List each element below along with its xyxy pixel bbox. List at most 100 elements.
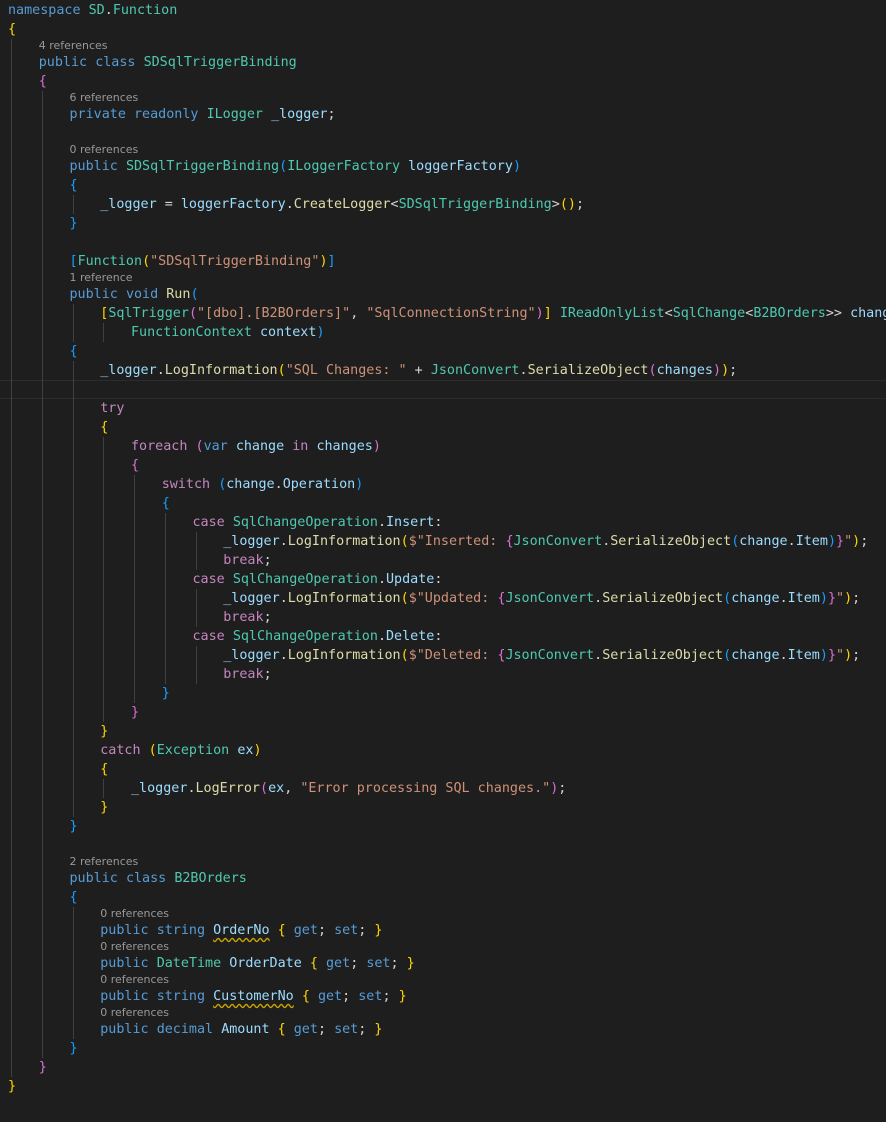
code-token: )	[819, 591, 828, 606]
code-editor[interactable]: namespace SD.Function{4 references public…	[0, 0, 886, 1122]
code-line: catch (Exception ex)	[0, 741, 886, 760]
codelens-references[interactable]: 0 references	[0, 940, 886, 954]
code-token: SqlChangeOperation	[232, 629, 378, 644]
code-token: Amount	[221, 1022, 270, 1037]
code-token: .	[594, 648, 603, 663]
code-token: ;	[575, 197, 584, 212]
code-token: (	[142, 254, 151, 269]
code-token: _logger	[131, 781, 188, 796]
code-line: public DateTime OrderDate { get; set; }	[0, 954, 886, 973]
code-token: change	[235, 439, 285, 454]
code-token: FunctionContext	[131, 325, 252, 340]
code-token: }	[69, 216, 78, 231]
code-line: }	[0, 214, 886, 233]
code-line: case SqlChangeOperation.Delete:	[0, 627, 886, 646]
code-token: var	[203, 439, 228, 454]
indent-guide	[195, 532, 197, 570]
code-line: {	[0, 494, 886, 513]
code-line: break;	[0, 665, 886, 684]
code-line: _logger.LogInformation("SQL Changes: " +…	[0, 361, 886, 380]
code-token: DateTime	[156, 956, 222, 971]
code-token: +	[406, 363, 431, 378]
code-token: .	[104, 3, 113, 18]
code-line: break;	[0, 551, 886, 570]
code-token: >	[551, 197, 560, 212]
code-token: (	[260, 781, 269, 796]
code-token: {	[69, 344, 78, 359]
codelens-references[interactable]: 0 references	[0, 973, 886, 987]
code-token: context	[260, 325, 317, 340]
code-token: :	[434, 629, 443, 644]
code-token: Item	[787, 648, 820, 663]
code-line: public string OrderNo { get; set; }	[0, 921, 886, 940]
code-token: (	[400, 591, 409, 606]
code-token: {	[301, 989, 310, 1004]
code-token: Insert	[386, 515, 435, 530]
code-token: SqlChange	[672, 306, 746, 321]
code-token: )	[319, 254, 328, 269]
code-token: "[dbo].[B2BOrders]"	[197, 306, 351, 321]
code-token: (	[195, 439, 204, 454]
code-token: )	[253, 743, 262, 758]
code-token: SD	[88, 3, 105, 18]
codelens-references[interactable]: 1 reference	[0, 271, 886, 285]
code-token: Exception	[156, 743, 230, 758]
code-token: .	[594, 591, 603, 606]
code-token: decimal	[156, 1022, 214, 1037]
code-token: .	[187, 781, 196, 796]
code-token: LogInformation	[287, 591, 401, 606]
code-token: _logger	[100, 197, 157, 212]
code-token: SDSqlTriggerBinding	[398, 197, 552, 212]
code-token: )	[535, 306, 544, 321]
indent-guide	[134, 475, 135, 703]
code-token: Operation	[282, 477, 356, 492]
code-token: )	[355, 477, 364, 492]
code-token: break	[223, 610, 264, 625]
code-token: changes	[316, 439, 373, 454]
warning-squiggle-token: OrderNo	[213, 923, 270, 938]
code-token: .	[279, 648, 288, 663]
code-token: }	[69, 819, 78, 834]
code-token: .	[787, 534, 796, 549]
code-token: $"Inserted:	[408, 534, 506, 549]
codelens-references[interactable]: 4 references	[0, 39, 886, 53]
code-token: get	[293, 923, 318, 938]
code-line: [SqlTrigger("[dbo].[B2BOrders]", "SqlCon…	[0, 304, 886, 323]
indent-guide	[72, 304, 74, 342]
code-token: {	[277, 1022, 286, 1037]
indent-guide	[164, 513, 166, 684]
indent-guide	[72, 195, 74, 214]
code-token: $"Updated:	[408, 591, 498, 606]
code-token: ;	[852, 648, 861, 663]
code-token: .	[156, 363, 165, 378]
codelens-references[interactable]: 6 references	[0, 91, 886, 105]
code-token: :	[434, 515, 443, 530]
indent-guide	[195, 646, 197, 684]
codelens-references[interactable]: 2 references	[0, 855, 886, 869]
codelens-references[interactable]: 0 references	[0, 907, 886, 921]
code-line: }	[0, 817, 886, 836]
code-line: public string CustomerNo { get; set; }	[0, 987, 886, 1006]
code-token: B2BOrders	[174, 871, 247, 886]
code-token: (	[648, 363, 657, 378]
codelens-references[interactable]: 0 references	[0, 143, 886, 157]
codelens-references[interactable]: 0 references	[0, 1006, 886, 1020]
code-token: ;	[263, 553, 272, 568]
code-token: "	[836, 648, 845, 663]
code-token: }	[100, 800, 109, 815]
code-token: public	[69, 159, 118, 174]
code-token: }	[100, 724, 109, 739]
code-token: "Error processing SQL changes."	[300, 781, 551, 796]
current-line-highlight	[0, 380, 886, 399]
code-line: break;	[0, 608, 886, 627]
code-line: {	[0, 456, 886, 475]
code-token: void	[125, 287, 159, 302]
